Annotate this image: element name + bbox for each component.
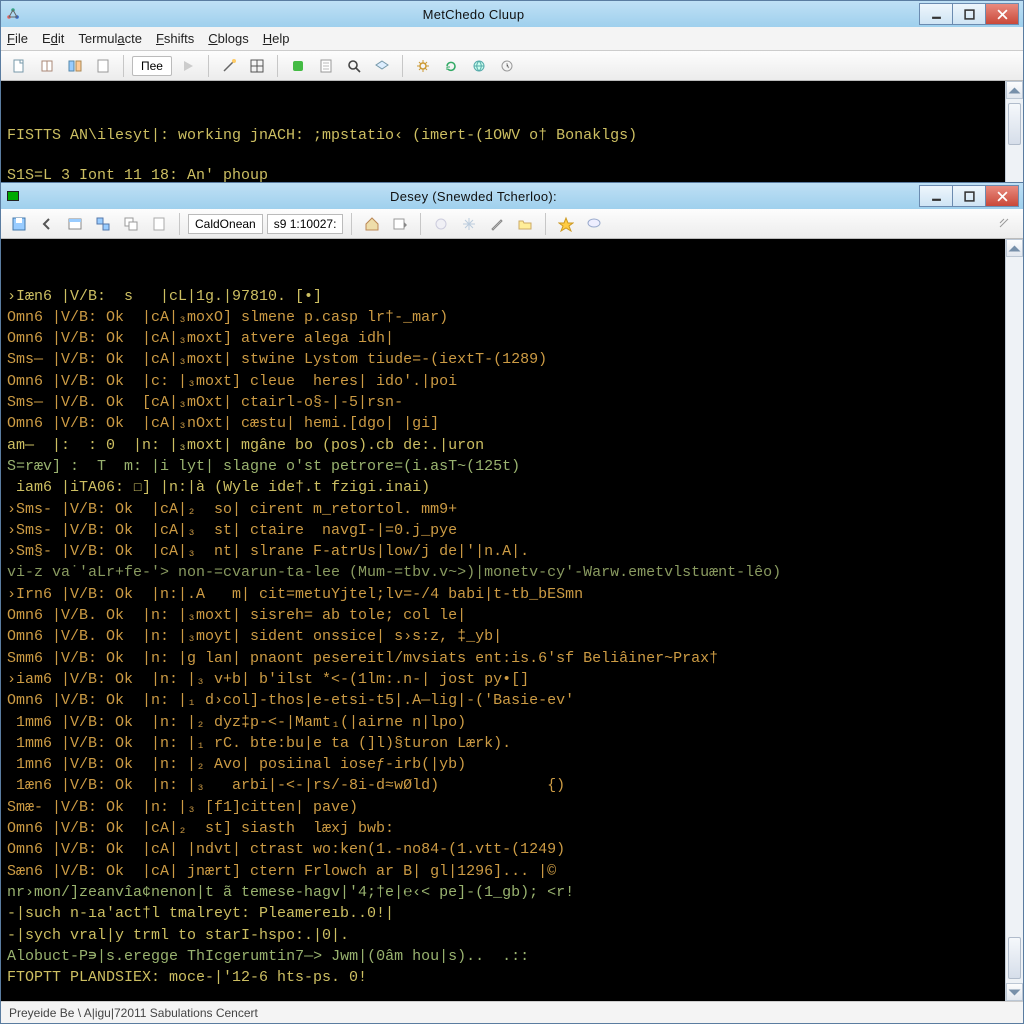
cascade-icon[interactable] <box>119 212 143 236</box>
toolbar-2: CaldOnean s9 1:10027: <box>1 209 1023 239</box>
app-icon <box>5 6 21 22</box>
compare-icon[interactable] <box>63 54 87 78</box>
menu-help[interactable]: Help <box>263 31 290 46</box>
window-icon[interactable] <box>63 212 87 236</box>
green-dot-icon[interactable] <box>286 54 310 78</box>
statusbar: Preyeide Be \ A|igu|72011 Sabulations Ce… <box>1 1001 1023 1023</box>
menu-cblogs[interactable]: Cblogs <box>208 31 248 46</box>
terminal-2[interactable]: ›Iæn6 |V/B: s |cL|1g.|97810. [•]Omn6 |V/… <box>1 239 1023 1001</box>
corner-icon[interactable] <box>993 212 1017 236</box>
app-icon-2 <box>5 188 21 204</box>
separator <box>351 213 352 235</box>
clock-icon[interactable] <box>495 54 519 78</box>
scroll-up-icon[interactable] <box>1006 239 1023 257</box>
doc-icon[interactable] <box>147 212 171 236</box>
menu-edit[interactable]: Edit <box>42 31 64 46</box>
pee-button[interactable]: Пее <box>132 56 172 76</box>
play-icon[interactable] <box>176 54 200 78</box>
menu-termulacte[interactable]: Termulacte <box>78 31 142 46</box>
terminal-2-content: ›Iæn6 |V/B: s |cL|1g.|97810. [•]Omn6 |V/… <box>7 286 1017 1001</box>
separator <box>420 213 421 235</box>
field-time[interactable]: s9 1:10027: <box>267 214 344 234</box>
globe-icon[interactable] <box>467 54 491 78</box>
titlebar-1[interactable]: MetChedo Cluup <box>1 1 1023 27</box>
menubar-1: File Edit Termulacte Fshifts Cblogs Help <box>1 27 1023 51</box>
scroll-down-icon[interactable] <box>1006 983 1023 1001</box>
scroll-track[interactable] <box>1006 257 1023 983</box>
window-controls-1 <box>920 3 1019 25</box>
toolbar-1: Пее <box>1 51 1023 81</box>
close-button[interactable] <box>985 3 1019 25</box>
separator <box>277 55 278 77</box>
menu-file[interactable]: File <box>7 31 28 46</box>
close-button[interactable] <box>985 185 1019 207</box>
star-icon[interactable] <box>554 212 578 236</box>
maximize-button[interactable] <box>952 185 986 207</box>
folder-icon[interactable] <box>513 212 537 236</box>
scrollbar-2[interactable] <box>1005 239 1023 1001</box>
field-caldonean[interactable]: CaldOnean <box>188 214 263 234</box>
dropdown-icon[interactable] <box>388 212 412 236</box>
back-icon[interactable] <box>35 212 59 236</box>
scroll-up-icon[interactable] <box>1006 81 1023 99</box>
snow-icon[interactable] <box>457 212 481 236</box>
minimize-button[interactable] <box>919 3 953 25</box>
wand-icon[interactable] <box>217 54 241 78</box>
bubble-icon[interactable] <box>582 212 606 236</box>
grid-icon[interactable] <box>245 54 269 78</box>
scroll-thumb[interactable] <box>1008 937 1021 979</box>
scroll-thumb[interactable] <box>1008 103 1021 145</box>
window-title-1: MetChedo Cluup <box>27 7 920 22</box>
new-file-icon[interactable] <box>7 54 31 78</box>
separator <box>179 213 180 235</box>
window-metchedo: MetChedo Cluup File Edit Termulacte Fshi… <box>0 0 1024 205</box>
windows-icon[interactable] <box>91 212 115 236</box>
layer-icon[interactable] <box>370 54 394 78</box>
scroll-track[interactable] <box>1006 99 1023 186</box>
gear-icon[interactable] <box>411 54 435 78</box>
page-icon[interactable] <box>91 54 115 78</box>
ghost-icon[interactable] <box>429 212 453 236</box>
separator <box>545 213 546 235</box>
book-icon[interactable] <box>35 54 59 78</box>
menu-fshifts[interactable]: Fshifts <box>156 31 194 46</box>
window-title-2: Desey (Snewded Tcherloo): <box>27 189 920 204</box>
status-text: Preyeide Be \ A|igu|72011 Sabulations Ce… <box>9 1006 258 1020</box>
save-icon[interactable] <box>7 212 31 236</box>
window-controls-2 <box>920 185 1019 207</box>
separator <box>402 55 403 77</box>
maximize-button[interactable] <box>952 3 986 25</box>
pencil-icon[interactable] <box>485 212 509 236</box>
separator <box>208 55 209 77</box>
window-desey: Desey (Snewded Tcherloo): CaldOnean s9 1… <box>0 182 1024 1024</box>
home-icon[interactable] <box>360 212 384 236</box>
separator <box>123 55 124 77</box>
minimize-button[interactable] <box>919 185 953 207</box>
sheet-icon[interactable] <box>314 54 338 78</box>
search-icon[interactable] <box>342 54 366 78</box>
titlebar-2[interactable]: Desey (Snewded Tcherloo): <box>1 183 1023 209</box>
refresh-icon[interactable] <box>439 54 463 78</box>
